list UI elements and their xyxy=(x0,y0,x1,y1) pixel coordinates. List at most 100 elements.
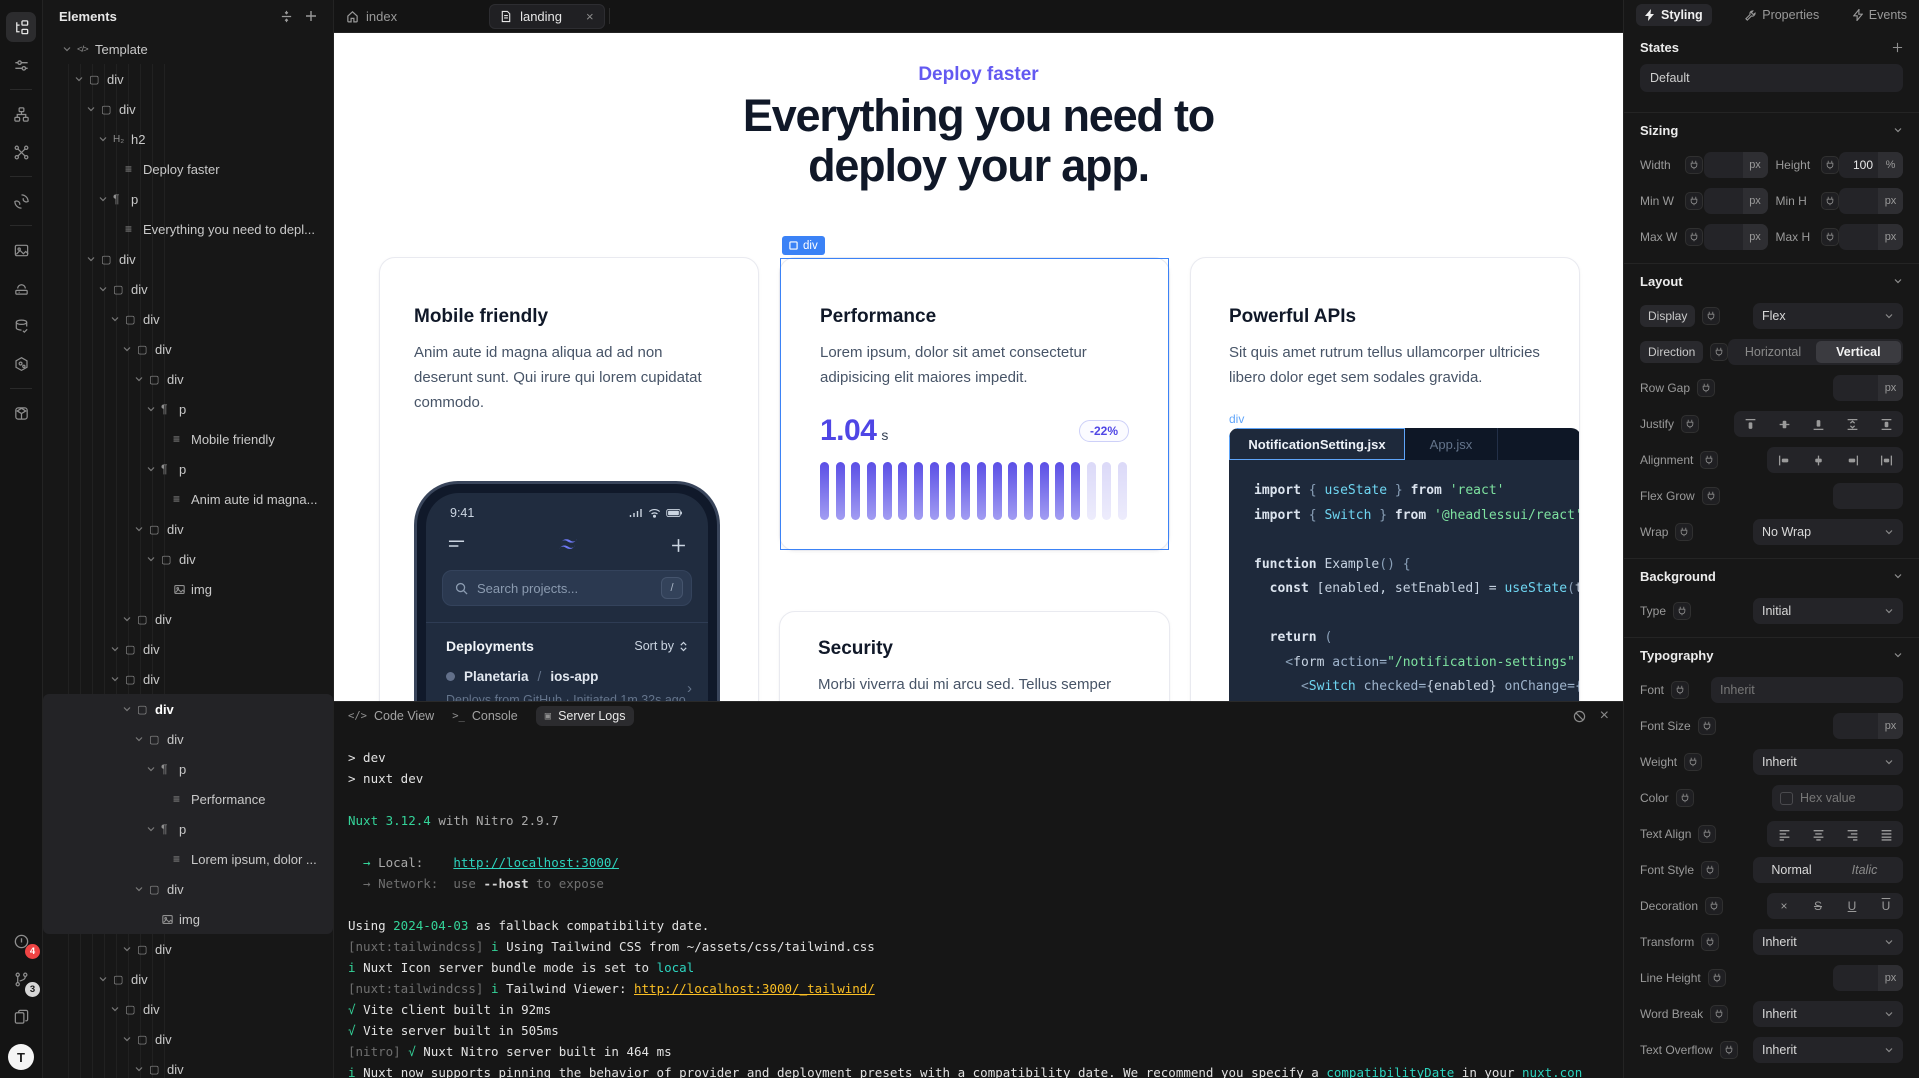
bind-plug-icon[interactable] xyxy=(1684,753,1702,771)
tree-row-h2[interactable]: H₂h2 xyxy=(43,124,333,154)
tree-row-code[interactable]: </>Template xyxy=(43,34,333,64)
bind-plug-icon[interactable] xyxy=(1698,825,1716,843)
tree-row-box[interactable]: ▢div xyxy=(43,604,333,634)
unfold-tree-icon[interactable] xyxy=(280,10,293,23)
jbetween-icon[interactable] xyxy=(1835,411,1869,437)
bind-plug-icon[interactable] xyxy=(1675,523,1693,541)
deployment-row[interactable]: Planetaria / ios-app Deploys from GitHub… xyxy=(426,654,708,701)
bind-plug-icon[interactable] xyxy=(1708,969,1726,987)
sort-by-dropdown[interactable]: Sort by xyxy=(634,639,688,653)
bind-plug-icon[interactable] xyxy=(1698,717,1716,735)
tree-row-box[interactable]: ▢div xyxy=(43,304,333,334)
bind-plug-icon[interactable] xyxy=(1685,192,1703,210)
tree-row-box[interactable]: ▢div xyxy=(43,664,333,694)
chevron-down-icon[interactable] xyxy=(74,74,89,84)
chevron-down-icon[interactable] xyxy=(110,674,125,684)
chevron-down-icon[interactable] xyxy=(110,314,125,324)
tree-row-p[interactable]: ¶p xyxy=(43,814,333,844)
tree-row-box[interactable]: ▢div xyxy=(43,1024,333,1054)
assets-image-icon[interactable] xyxy=(6,235,36,265)
components-cube-icon[interactable] xyxy=(6,398,36,428)
bind-plug-icon[interactable] xyxy=(1702,487,1720,505)
decoration-deco-O[interactable]: U xyxy=(1869,893,1903,919)
tree-row-box[interactable]: ▢div xyxy=(43,994,333,1024)
chevron-down-icon[interactable] xyxy=(146,554,161,564)
bind-plug-icon[interactable] xyxy=(1702,307,1720,325)
chevron-down-icon[interactable] xyxy=(134,884,149,894)
jstretch-icon[interactable] xyxy=(1869,411,1903,437)
chevron-down-icon[interactable] xyxy=(146,464,161,474)
bind-plug-icon[interactable] xyxy=(1701,861,1719,879)
server-log-output[interactable]: > dev> nuxt devNuxt 3.12.4 with Nitro 2.… xyxy=(334,730,1623,1078)
unit-input[interactable]: px xyxy=(1704,188,1768,214)
chevron-down-icon[interactable] xyxy=(134,734,149,744)
tab-styling[interactable]: Styling xyxy=(1636,4,1712,26)
chevron-down-icon[interactable] xyxy=(146,824,161,834)
files-copy-icon[interactable] xyxy=(6,1002,36,1032)
user-avatar[interactable]: T xyxy=(8,1044,34,1070)
tab-console[interactable]: >_Console xyxy=(452,709,518,723)
tree-row-box[interactable]: ▢div xyxy=(43,724,333,754)
color-input[interactable]: Hex value xyxy=(1772,785,1903,811)
unit-input[interactable]: px xyxy=(1833,375,1903,401)
chevron-down-icon[interactable] xyxy=(134,374,149,384)
chevron-down-icon[interactable] xyxy=(146,764,161,774)
select-control[interactable]: Inherit xyxy=(1753,929,1903,955)
bind-plug-icon[interactable] xyxy=(1821,192,1839,210)
tree-row-box[interactable]: ▢div xyxy=(43,64,333,94)
segment-option-italic[interactable]: Italic xyxy=(1828,859,1901,881)
tab-events[interactable]: Events xyxy=(1853,8,1907,22)
tree-row-box[interactable]: ▢div xyxy=(43,94,333,124)
unit-input[interactable]: px xyxy=(1704,152,1768,178)
tright-icon[interactable] xyxy=(1835,821,1869,847)
chevron-down-icon[interactable] xyxy=(86,104,101,114)
chevron-down-icon[interactable] xyxy=(122,704,137,714)
data-database-icon[interactable] xyxy=(6,311,36,341)
segment-option-normal[interactable]: Normal xyxy=(1755,859,1828,881)
chevron-down-icon[interactable] xyxy=(98,134,113,144)
tree-row-box[interactable]: ▢div xyxy=(43,544,333,574)
tleft-icon[interactable] xyxy=(1767,821,1801,847)
tree-row-text[interactable]: ≡Deploy faster xyxy=(43,154,333,184)
tree-row-box[interactable]: ▢div xyxy=(43,514,333,544)
bind-plug-icon[interactable] xyxy=(1676,789,1694,807)
aright-icon[interactable] xyxy=(1835,447,1869,473)
bind-plug-icon[interactable] xyxy=(1701,933,1719,951)
chevron-down-icon[interactable] xyxy=(146,404,161,414)
decoration-deco-U[interactable]: U xyxy=(1835,893,1869,919)
tree-row-box[interactable]: ▢div xyxy=(43,694,333,724)
acenter-icon[interactable] xyxy=(1801,447,1835,473)
tree-row-p[interactable]: ¶p xyxy=(43,394,333,424)
tjustify-icon[interactable] xyxy=(1869,821,1903,847)
git-branch-icon[interactable]: 3 xyxy=(6,964,36,994)
select-control[interactable]: Inherit xyxy=(1753,749,1903,775)
deploy-cloud-icon[interactable] xyxy=(6,273,36,303)
tree-row-box[interactable]: ▢div xyxy=(43,274,333,304)
search-input[interactable]: Search projects... / xyxy=(442,570,692,606)
elements-tree-icon[interactable] xyxy=(6,12,36,42)
chevron-down-icon[interactable] xyxy=(134,1064,149,1074)
select-control[interactable]: Flex xyxy=(1753,303,1903,329)
add-element-icon[interactable] xyxy=(305,10,317,23)
unit-input[interactable]: px xyxy=(1833,713,1903,739)
editor-tab-active[interactable]: NotificationSetting.jsx xyxy=(1229,428,1405,460)
unit-input[interactable]: px xyxy=(1833,965,1903,991)
bind-plug-icon[interactable] xyxy=(1700,451,1718,469)
jend-icon[interactable] xyxy=(1802,411,1836,437)
bind-plug-icon[interactable] xyxy=(1710,1005,1728,1023)
jstart-icon[interactable] xyxy=(1734,411,1768,437)
bind-plug-icon[interactable] xyxy=(1685,156,1703,174)
editor-tab[interactable]: App.jsx xyxy=(1405,428,1497,460)
select-control[interactable]: Inherit xyxy=(1753,1001,1903,1027)
unit-input[interactable]: px xyxy=(1839,188,1903,214)
tree-row-p[interactable]: ¶p xyxy=(43,184,333,214)
bind-plug-icon[interactable] xyxy=(1821,156,1839,174)
segment-option-vertical[interactable]: Vertical xyxy=(1816,341,1901,363)
chevron-down-icon[interactable] xyxy=(98,284,113,294)
bind-plug-icon[interactable] xyxy=(1710,343,1728,361)
card-performance-selected[interactable]: div Performance Lorem ipsum, dolor sit a… xyxy=(779,257,1170,551)
controls-sliders-icon[interactable] xyxy=(6,50,36,80)
text-input[interactable]: Inherit xyxy=(1711,677,1903,703)
tree-row-box[interactable]: ▢div xyxy=(43,364,333,394)
state-selector[interactable]: Default xyxy=(1640,64,1903,92)
